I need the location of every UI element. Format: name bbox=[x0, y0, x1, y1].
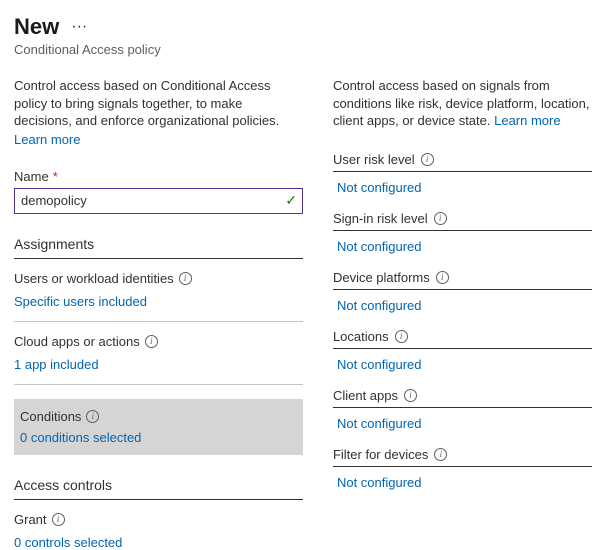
locations-value-link[interactable]: Not configured bbox=[337, 357, 422, 372]
info-icon[interactable]: i bbox=[421, 153, 434, 166]
assignments-heading: Assignments bbox=[14, 236, 303, 259]
page-subtitle: Conditional Access policy bbox=[14, 42, 592, 57]
page-title: New bbox=[14, 14, 59, 40]
name-input[interactable] bbox=[14, 188, 303, 214]
more-actions-button[interactable]: ··· bbox=[71, 18, 87, 36]
users-value-link[interactable]: Specific users included bbox=[14, 294, 147, 309]
user-risk-value-link[interactable]: Not configured bbox=[337, 180, 422, 195]
user-risk-label: User risk level bbox=[333, 152, 415, 167]
cloud-apps-value-link[interactable]: 1 app included bbox=[14, 357, 99, 372]
info-icon[interactable]: i bbox=[434, 212, 447, 225]
signin-risk-label: Sign-in risk level bbox=[333, 211, 428, 226]
info-icon[interactable]: i bbox=[436, 271, 449, 284]
required-asterisk: * bbox=[53, 169, 58, 184]
info-icon[interactable]: i bbox=[395, 330, 408, 343]
info-icon[interactable]: i bbox=[434, 448, 447, 461]
access-controls-heading: Access controls bbox=[14, 477, 303, 500]
grant-label: Grant bbox=[14, 512, 47, 527]
learn-more-link-left[interactable]: Learn more bbox=[14, 132, 80, 147]
locations-label: Locations bbox=[333, 329, 389, 344]
device-platforms-value-link[interactable]: Not configured bbox=[337, 298, 422, 313]
filter-devices-value-link[interactable]: Not configured bbox=[337, 475, 422, 490]
info-icon[interactable]: i bbox=[52, 513, 65, 526]
filter-devices-label: Filter for devices bbox=[333, 447, 428, 462]
conditions-value-link[interactable]: 0 conditions selected bbox=[20, 430, 141, 445]
info-icon[interactable]: i bbox=[145, 335, 158, 348]
device-platforms-label: Device platforms bbox=[333, 270, 430, 285]
conditions-label: Conditions bbox=[20, 409, 81, 424]
conditions-block-selected[interactable]: Conditions i 0 conditions selected bbox=[14, 399, 303, 455]
grant-value-link[interactable]: 0 controls selected bbox=[14, 535, 122, 550]
info-icon[interactable]: i bbox=[86, 410, 99, 423]
signin-risk-value-link[interactable]: Not configured bbox=[337, 239, 422, 254]
info-icon[interactable]: i bbox=[404, 389, 417, 402]
name-label: Name bbox=[14, 169, 49, 184]
learn-more-link-right[interactable]: Learn more bbox=[494, 113, 560, 128]
client-apps-value-link[interactable]: Not configured bbox=[337, 416, 422, 431]
left-description: Control access based on Conditional Acce… bbox=[14, 77, 303, 130]
client-apps-label: Client apps bbox=[333, 388, 398, 403]
info-icon[interactable]: i bbox=[179, 272, 192, 285]
cloud-apps-label: Cloud apps or actions bbox=[14, 334, 140, 349]
users-label: Users or workload identities bbox=[14, 271, 174, 286]
